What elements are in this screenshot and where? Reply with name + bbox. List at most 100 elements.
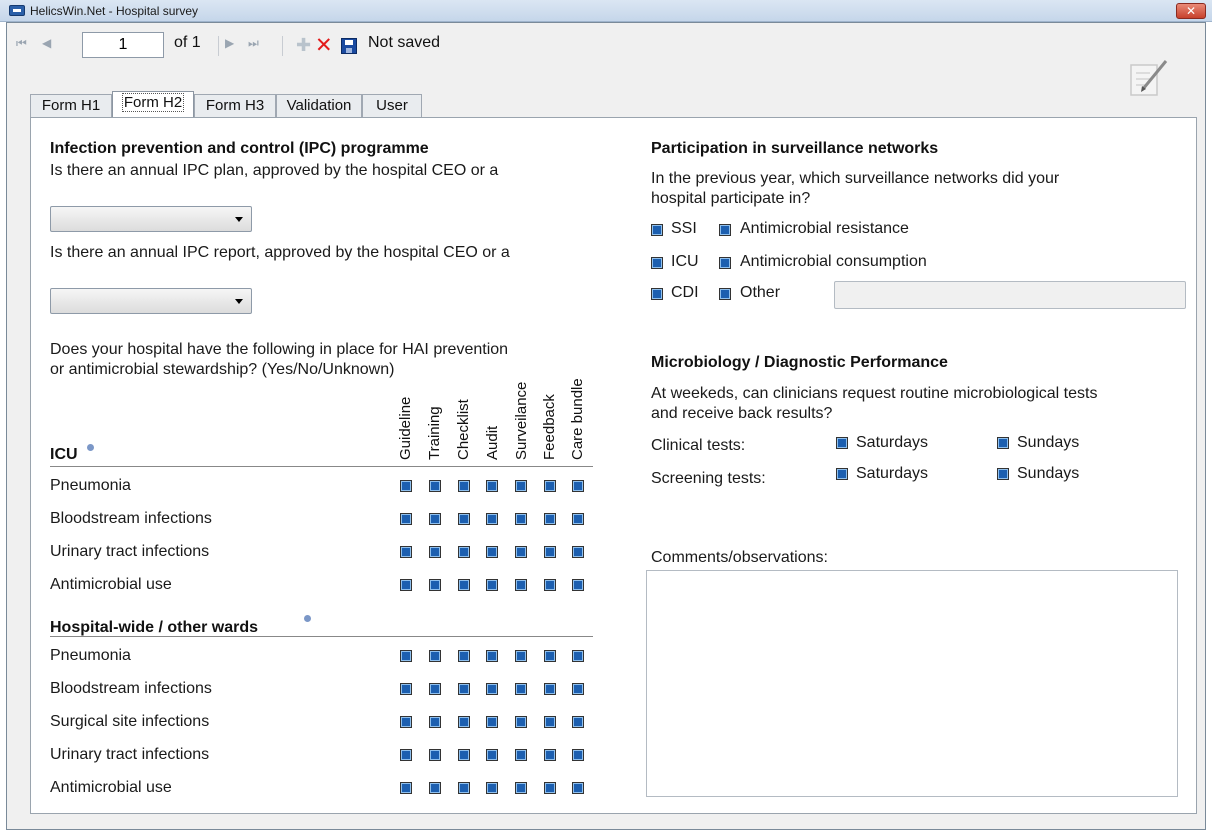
hospital-checklist-checkbox[interactable] [458, 716, 470, 728]
icu-surveilance-checkbox[interactable] [515, 513, 527, 525]
clinical-saturdays-label: Saturdays [856, 434, 929, 451]
icu-care-bundle-checkbox[interactable] [572, 546, 584, 558]
icu-guideline-checkbox[interactable] [400, 480, 412, 492]
icu-care-bundle-checkbox[interactable] [572, 579, 584, 591]
tab-form-h3[interactable]: Form H3 [194, 94, 276, 118]
screening-sundays-checkbox[interactable] [997, 468, 1009, 480]
ssi-checkbox[interactable] [651, 224, 663, 236]
hospital-guideline-checkbox[interactable] [400, 650, 412, 662]
screening-saturdays-checkbox[interactable] [836, 468, 848, 480]
tab-user[interactable]: User [362, 94, 422, 118]
nav-last-icon[interactable]: ⏭ [248, 36, 259, 51]
close-button[interactable]: ✕ [1176, 3, 1206, 19]
icu-surveilance-checkbox[interactable] [515, 480, 527, 492]
nav-next-icon[interactable]: ▶ [225, 36, 234, 50]
page-number-input[interactable]: 1 [82, 32, 164, 58]
icu-care-bundle-checkbox[interactable] [572, 480, 584, 492]
add-icon[interactable]: ✚ [296, 35, 311, 56]
hospital-feedback-checkbox[interactable] [544, 782, 556, 794]
hospital-audit-checkbox[interactable] [486, 683, 498, 695]
antimicrobial-resistance-checkbox[interactable] [719, 224, 731, 236]
hospital-guideline-checkbox[interactable] [400, 683, 412, 695]
icu-feedback-checkbox[interactable] [544, 546, 556, 558]
screening-saturdays-label: Saturdays [856, 465, 929, 482]
clinical-saturdays-checkbox[interactable] [836, 437, 848, 449]
icu-training-checkbox[interactable] [429, 480, 441, 492]
hospital-training-checkbox[interactable] [429, 650, 441, 662]
networks-question-line1: In the previous year, which surveillance… [651, 170, 1060, 187]
hospital-surveilance-checkbox[interactable] [515, 749, 527, 761]
hospital-guideline-checkbox[interactable] [400, 716, 412, 728]
tab-label: Form H1 [41, 97, 101, 114]
ipc-report-dropdown[interactable] [50, 288, 252, 314]
hospital-surveilance-checkbox[interactable] [515, 683, 527, 695]
comments-textarea[interactable] [646, 570, 1178, 797]
hospital-checklist-checkbox[interactable] [458, 650, 470, 662]
icu-guideline-checkbox[interactable] [400, 579, 412, 591]
hospital-guideline-checkbox[interactable] [400, 749, 412, 761]
hospital-guideline-checkbox[interactable] [400, 782, 412, 794]
hospital-surveilance-checkbox[interactable] [515, 782, 527, 794]
ipc-plan-dropdown[interactable] [50, 206, 252, 232]
icu-checklist-checkbox[interactable] [458, 513, 470, 525]
info-icon[interactable] [87, 444, 94, 451]
antimicrobial-consumption-checkbox[interactable] [719, 257, 731, 269]
icu-audit-checkbox[interactable] [486, 546, 498, 558]
nav-first-icon[interactable]: ⏮ [16, 36, 27, 51]
edit-note-icon[interactable] [1128, 55, 1172, 101]
nav-prev-icon[interactable]: ◀ [42, 36, 51, 50]
icu-guideline-checkbox[interactable] [400, 546, 412, 558]
other-network-checkbox[interactable] [719, 288, 731, 300]
hospital-feedback-checkbox[interactable] [544, 716, 556, 728]
hospital-audit-checkbox[interactable] [486, 716, 498, 728]
hospital-care-bundle-checkbox[interactable] [572, 782, 584, 794]
hospital-training-checkbox[interactable] [429, 716, 441, 728]
icu-care-bundle-checkbox[interactable] [572, 513, 584, 525]
icu-training-checkbox[interactable] [429, 546, 441, 558]
save-icon[interactable] [341, 38, 357, 54]
icu-checklist-checkbox[interactable] [458, 480, 470, 492]
hospital-training-checkbox[interactable] [429, 782, 441, 794]
tab-form-h1[interactable]: Form H1 [30, 94, 112, 118]
icu-feedback-checkbox[interactable] [544, 513, 556, 525]
hospital-audit-checkbox[interactable] [486, 749, 498, 761]
hospital-audit-checkbox[interactable] [486, 650, 498, 662]
hospital-care-bundle-checkbox[interactable] [572, 683, 584, 695]
hospital-checklist-checkbox[interactable] [458, 683, 470, 695]
icu-network-checkbox[interactable] [651, 257, 663, 269]
icu-surveilance-checkbox[interactable] [515, 546, 527, 558]
hospital-care-bundle-checkbox[interactable] [572, 650, 584, 662]
hospital-surveilance-checkbox[interactable] [515, 650, 527, 662]
hospital-training-checkbox[interactable] [429, 683, 441, 695]
hospital-feedback-checkbox[interactable] [544, 683, 556, 695]
tab-validation[interactable]: Validation [276, 94, 362, 118]
hospital-training-checkbox[interactable] [429, 749, 441, 761]
icu-audit-checkbox[interactable] [486, 480, 498, 492]
delete-icon[interactable]: ✕ [315, 33, 333, 57]
cdi-checkbox[interactable] [651, 288, 663, 300]
icu-checklist-checkbox[interactable] [458, 579, 470, 591]
icu-audit-checkbox[interactable] [486, 579, 498, 591]
hospital-checklist-checkbox[interactable] [458, 782, 470, 794]
icu-feedback-checkbox[interactable] [544, 579, 556, 591]
icu-training-checkbox[interactable] [429, 513, 441, 525]
hospital-feedback-checkbox[interactable] [544, 650, 556, 662]
hospital-care-bundle-checkbox[interactable] [572, 716, 584, 728]
icu-guideline-checkbox[interactable] [400, 513, 412, 525]
icu-training-checkbox[interactable] [429, 579, 441, 591]
icu-audit-checkbox[interactable] [486, 513, 498, 525]
hospital-surveilance-checkbox[interactable] [515, 716, 527, 728]
hospital-audit-checkbox[interactable] [486, 782, 498, 794]
clinical-sundays-checkbox[interactable] [997, 437, 1009, 449]
hospital-feedback-checkbox[interactable] [544, 749, 556, 761]
info-icon[interactable] [304, 615, 311, 622]
tab-form-h2[interactable]: Form H2 [112, 91, 194, 118]
window-title: HelicsWin.Net - Hospital survey [30, 4, 199, 18]
icu-surveilance-checkbox[interactable] [515, 579, 527, 591]
icu-row-label: Pneumonia [50, 477, 131, 494]
icu-feedback-checkbox[interactable] [544, 480, 556, 492]
other-network-input[interactable] [834, 281, 1186, 309]
hospital-care-bundle-checkbox[interactable] [572, 749, 584, 761]
icu-checklist-checkbox[interactable] [458, 546, 470, 558]
hospital-checklist-checkbox[interactable] [458, 749, 470, 761]
